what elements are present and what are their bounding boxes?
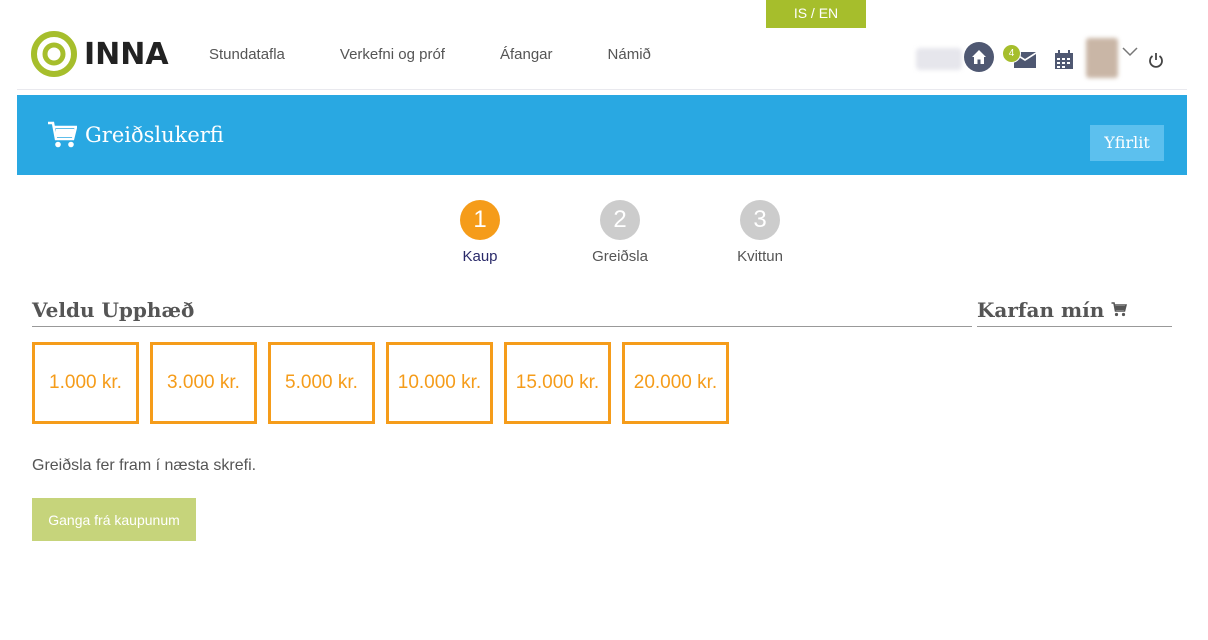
power-icon [1149, 53, 1163, 68]
nav-item-verkefni[interactable]: Verkefni og próf [340, 46, 445, 63]
avatar[interactable] [1086, 38, 1118, 78]
step-number: 2 [600, 200, 640, 240]
user-name-blurred [916, 48, 962, 70]
amount-section: Veldu Upphæð [32, 298, 972, 327]
step-greidsla: 2 Greiðsla [575, 200, 665, 265]
nav-item-namid[interactable]: Námið [608, 46, 651, 63]
amount-option-5000[interactable]: 5.000 kr. [268, 342, 375, 424]
cart-icon [48, 121, 77, 148]
logout-button[interactable] [1148, 52, 1164, 73]
cart-section-title: Karfan mín [977, 298, 1172, 327]
home-icon [972, 50, 986, 64]
nav-item-stundatafla[interactable]: Stundatafla [209, 46, 285, 63]
cart-title-text: Karfan mín [977, 298, 1105, 322]
amount-section-title: Veldu Upphæð [32, 298, 972, 327]
step-kaup: 1 Kaup [435, 200, 525, 265]
payment-note: Greiðsla fer fram í næsta skrefi. [32, 457, 257, 474]
amount-option-15000[interactable]: 15.000 kr. [504, 342, 611, 424]
calendar-icon [1055, 50, 1073, 69]
step-label: Kaup [462, 248, 498, 265]
top-bar: INNA Stundatafla Verkefni og próf Áfanga… [0, 28, 1208, 90]
logo-icon [31, 31, 77, 77]
nav-item-afangar[interactable]: Áfangar [500, 46, 553, 63]
banner-title: Greiðslukerfi [47, 121, 224, 149]
step-label: Greiðsla [592, 248, 648, 265]
amount-option-1000[interactable]: 1.000 kr. [32, 342, 139, 424]
logo-text: INNA [84, 36, 169, 72]
progress-steps: 1 Kaup 2 Greiðsla 3 Kvittun [0, 200, 1208, 270]
step-number: 3 [740, 200, 780, 240]
cart-icon [1111, 302, 1128, 317]
language-toggle[interactable]: IS / EN [766, 0, 866, 28]
page-title: Greiðslukerfi [85, 123, 224, 147]
chevron-down-icon [1122, 47, 1138, 57]
amount-options: 1.000 kr. 3.000 kr. 5.000 kr. 10.000 kr.… [32, 342, 740, 424]
calendar-button[interactable] [1054, 50, 1074, 75]
amount-option-20000[interactable]: 20.000 kr. [622, 342, 729, 424]
checkout-button[interactable]: Ganga frá kaupunum [32, 498, 196, 541]
step-kvittun: 3 Kvittun [715, 200, 805, 265]
cart-section: Karfan mín [977, 298, 1172, 327]
logo[interactable]: INNA [30, 28, 169, 80]
overview-button[interactable]: Yfirlit [1090, 125, 1164, 161]
step-label: Kvittun [737, 248, 783, 265]
header-divider [17, 89, 1187, 90]
user-menu-toggle[interactable] [1122, 44, 1138, 62]
page-banner: Greiðslukerfi Yfirlit [17, 95, 1187, 175]
home-button[interactable] [964, 42, 994, 72]
amount-option-10000[interactable]: 10.000 kr. [386, 342, 493, 424]
main-nav: Stundatafla Verkefni og próf Áfangar Nám… [209, 46, 706, 63]
step-number: 1 [460, 200, 500, 240]
header-icons: 4 [916, 38, 1176, 82]
messages-badge: 4 [1002, 44, 1021, 63]
amount-option-3000[interactable]: 3.000 kr. [150, 342, 257, 424]
